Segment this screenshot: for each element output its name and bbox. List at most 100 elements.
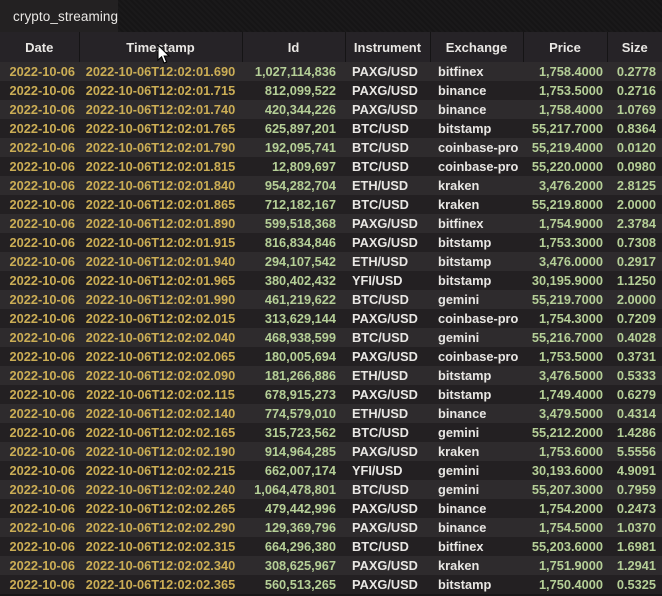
cell-exchange: coinbase-pro [430, 138, 523, 157]
cell-id: 954,282,704 [242, 176, 345, 195]
table-row[interactable]: 2022-10-062022-10-06T12:02:01.81512,809,… [0, 157, 662, 176]
cell-instrument: BTC/USD [345, 157, 430, 176]
cell-timestamp: 2022-10-06T12:02:01.940 [79, 252, 242, 271]
cell-size: 1.0769 [607, 100, 662, 119]
table-row[interactable]: 2022-10-062022-10-06T12:02:02.165315,723… [0, 423, 662, 442]
cell-instrument: PAXG/USD [345, 499, 430, 518]
cell-id: 816,834,846 [242, 233, 345, 252]
cell-instrument: YFI/USD [345, 461, 430, 480]
cell-price: 1,750.4000 [523, 575, 607, 594]
cell-exchange: bitstamp [430, 119, 523, 138]
cell-size: 2.3784 [607, 214, 662, 233]
cell-timestamp: 2022-10-06T12:02:02.315 [79, 537, 242, 556]
table-row[interactable]: 2022-10-062022-10-06T12:02:02.365560,513… [0, 575, 662, 594]
table-row[interactable]: 2022-10-062022-10-06T12:02:01.990461,219… [0, 290, 662, 309]
cell-exchange: coinbase-pro [430, 309, 523, 328]
table-row[interactable]: 2022-10-062022-10-06T12:02:02.140774,579… [0, 404, 662, 423]
table-row[interactable]: 2022-10-062022-10-06T12:02:02.340308,625… [0, 556, 662, 575]
table-row[interactable]: 2022-10-062022-10-06T12:02:02.2401,064,4… [0, 480, 662, 499]
cell-instrument: PAXG/USD [345, 518, 430, 537]
cell-size: 0.7959 [607, 480, 662, 499]
table-row[interactable]: 2022-10-062022-10-06T12:02:02.065180,005… [0, 347, 662, 366]
table-row[interactable]: 2022-10-062022-10-06T12:02:02.040468,938… [0, 328, 662, 347]
cell-exchange: gemini [430, 423, 523, 442]
table-row[interactable]: 2022-10-062022-10-06T12:02:01.790192,095… [0, 138, 662, 157]
cell-timestamp: 2022-10-06T12:02:01.865 [79, 195, 242, 214]
cell-exchange: kraken [430, 176, 523, 195]
cell-size: 1.6981 [607, 537, 662, 556]
cell-id: 678,915,273 [242, 385, 345, 404]
cell-timestamp: 2022-10-06T12:02:01.965 [79, 271, 242, 290]
cell-exchange: binance [430, 499, 523, 518]
table-row[interactable]: 2022-10-062022-10-06T12:02:02.290129,369… [0, 518, 662, 537]
cell-price: 1,753.3000 [523, 233, 607, 252]
tab-label: crypto_streaming [13, 9, 118, 24]
cell-exchange: bitstamp [430, 366, 523, 385]
table-row[interactable]: 2022-10-062022-10-06T12:02:02.215662,007… [0, 461, 662, 480]
cell-instrument: BTC/USD [345, 480, 430, 499]
tab-crypto-streaming[interactable]: crypto_streaming [0, 0, 118, 32]
cell-exchange: binance [430, 100, 523, 119]
cell-price: 1,754.2000 [523, 499, 607, 518]
table-row[interactable]: 2022-10-062022-10-06T12:02:02.265479,442… [0, 499, 662, 518]
table-row[interactable]: 2022-10-062022-10-06T12:02:01.865712,182… [0, 195, 662, 214]
cell-size: 1.2941 [607, 556, 662, 575]
tab-bar: crypto_streaming [0, 0, 662, 32]
cell-size: 0.5325 [607, 575, 662, 594]
cell-id: 662,007,174 [242, 461, 345, 480]
table-row[interactable]: 2022-10-062022-10-06T12:02:01.890599,518… [0, 214, 662, 233]
cell-size: 0.8364 [607, 119, 662, 138]
column-header-timestamp[interactable]: Timestamp [79, 32, 242, 62]
cell-instrument: BTC/USD [345, 423, 430, 442]
table-row[interactable]: 2022-10-062022-10-06T12:02:01.740420,344… [0, 100, 662, 119]
cell-price: 1,758.4000 [523, 62, 607, 81]
cell-date: 2022-10-06 [0, 518, 79, 537]
column-header-price[interactable]: Price [523, 32, 607, 62]
table-row[interactable]: 2022-10-062022-10-06T12:02:02.090181,266… [0, 366, 662, 385]
cell-timestamp: 2022-10-06T12:02:02.265 [79, 499, 242, 518]
cell-instrument: PAXG/USD [345, 62, 430, 81]
cell-instrument: PAXG/USD [345, 442, 430, 461]
table-row[interactable]: 2022-10-062022-10-06T12:02:01.840954,282… [0, 176, 662, 195]
table-row[interactable]: 2022-10-062022-10-06T12:02:01.765625,897… [0, 119, 662, 138]
table-row[interactable]: 2022-10-062022-10-06T12:02:01.940294,107… [0, 252, 662, 271]
cell-exchange: gemini [430, 480, 523, 499]
cell-price: 30,193.6000 [523, 461, 607, 480]
table-row[interactable]: 2022-10-062022-10-06T12:02:01.965380,402… [0, 271, 662, 290]
table-row[interactable]: 2022-10-062022-10-06T12:02:01.915816,834… [0, 233, 662, 252]
cell-instrument: ETH/USD [345, 366, 430, 385]
cell-price: 55,219.7000 [523, 290, 607, 309]
cell-size: 0.2473 [607, 499, 662, 518]
cell-price: 55,216.7000 [523, 328, 607, 347]
column-header-size[interactable]: Size [607, 32, 662, 62]
cell-date: 2022-10-06 [0, 290, 79, 309]
table-row[interactable]: 2022-10-062022-10-06T12:02:02.190914,964… [0, 442, 662, 461]
cell-timestamp: 2022-10-06T12:02:01.815 [79, 157, 242, 176]
cell-id: 560,513,265 [242, 575, 345, 594]
cell-exchange: bitstamp [430, 252, 523, 271]
cell-id: 12,809,697 [242, 157, 345, 176]
cell-price: 55,219.8000 [523, 195, 607, 214]
table-row[interactable]: 2022-10-062022-10-06T12:02:01.715812,099… [0, 81, 662, 100]
column-header-exchange[interactable]: Exchange [430, 32, 523, 62]
cell-date: 2022-10-06 [0, 100, 79, 119]
column-header-id[interactable]: Id [242, 32, 345, 62]
cell-id: 315,723,562 [242, 423, 345, 442]
cell-size: 0.0120 [607, 138, 662, 157]
cell-instrument: PAXG/USD [345, 556, 430, 575]
table-row[interactable]: 2022-10-062022-10-06T12:02:02.315664,296… [0, 537, 662, 556]
cell-exchange: bitstamp [430, 575, 523, 594]
cell-date: 2022-10-06 [0, 119, 79, 138]
cell-exchange: binance [430, 81, 523, 100]
cell-date: 2022-10-06 [0, 233, 79, 252]
cell-exchange: coinbase-pro [430, 157, 523, 176]
column-header-instrument[interactable]: Instrument [345, 32, 430, 62]
cell-date: 2022-10-06 [0, 252, 79, 271]
table-row[interactable]: 2022-10-062022-10-06T12:02:02.015313,629… [0, 309, 662, 328]
table-row[interactable]: 2022-10-062022-10-06T12:02:01.6901,027,1… [0, 62, 662, 81]
cell-price: 30,195.9000 [523, 271, 607, 290]
cell-timestamp: 2022-10-06T12:02:01.790 [79, 138, 242, 157]
column-header-date[interactable]: Date [0, 32, 79, 62]
cell-id: 129,369,796 [242, 518, 345, 537]
table-row[interactable]: 2022-10-062022-10-06T12:02:02.115678,915… [0, 385, 662, 404]
